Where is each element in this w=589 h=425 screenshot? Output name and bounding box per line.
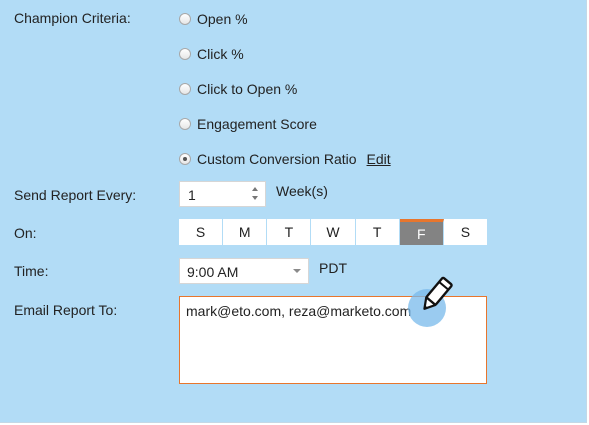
email-report-to-label: Email Report To:	[14, 302, 118, 318]
radio-button[interactable]	[179, 83, 191, 95]
radio-click-percent[interactable]: Click %	[179, 45, 244, 63]
pencil-icon	[423, 276, 453, 310]
radio-label: Engagement Score	[197, 116, 317, 132]
chevron-down-icon[interactable]	[293, 269, 301, 273]
send-report-every-label: Send Report Every:	[14, 187, 137, 203]
arrow-down-icon[interactable]	[252, 196, 258, 200]
day-sunday[interactable]: S	[179, 219, 224, 245]
day-thursday[interactable]: T	[355, 219, 400, 245]
radio-custom-conversion-ratio[interactable]: Custom Conversion Ratio Edit	[179, 150, 391, 168]
arrow-up-icon[interactable]	[252, 187, 258, 191]
email-recipients-value: mark@eto.com, reza@marketo.com	[186, 303, 412, 319]
radio-button[interactable]	[179, 13, 191, 25]
day-wednesday[interactable]: W	[311, 219, 356, 245]
day-friday[interactable]: F	[399, 219, 444, 245]
stepper-value: 1	[188, 187, 196, 203]
frequency-unit: Week(s)	[276, 183, 328, 199]
time-select[interactable]: 9:00 AM	[179, 258, 309, 284]
time-select-value: 9:00 AM	[187, 264, 239, 280]
radio-label: Click to Open %	[197, 81, 298, 97]
radio-click-to-open-percent[interactable]: Click to Open %	[179, 80, 297, 98]
radio-button[interactable]	[179, 48, 191, 60]
radio-label: Custom Conversion Ratio	[197, 151, 357, 167]
radio-button-checked[interactable]	[179, 153, 191, 165]
stepper-arrows-icon[interactable]	[251, 185, 260, 203]
radio-button[interactable]	[179, 118, 191, 130]
report-settings-panel: Champion Criteria: Open % Click % Click …	[0, 0, 587, 423]
radio-engagement-score[interactable]: Engagement Score	[179, 115, 317, 133]
radio-open-percent[interactable]: Open %	[179, 10, 248, 28]
frequency-stepper[interactable]: 1	[179, 181, 266, 207]
champion-criteria-label: Champion Criteria:	[14, 10, 131, 26]
radio-label: Open %	[197, 11, 248, 27]
day-monday[interactable]: M	[223, 219, 268, 245]
radio-label: Click %	[197, 46, 244, 62]
day-selector: S M T W T F S	[179, 219, 487, 245]
time-label: Time:	[14, 263, 49, 279]
timezone-text: PDT	[319, 260, 347, 276]
day-saturday[interactable]: S	[443, 219, 487, 245]
day-tuesday[interactable]: T	[267, 219, 312, 245]
edit-link[interactable]: Edit	[367, 151, 391, 167]
on-label: On:	[14, 225, 37, 241]
